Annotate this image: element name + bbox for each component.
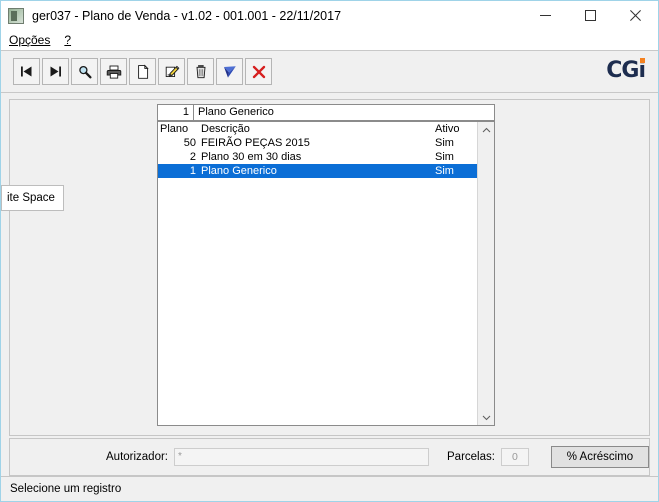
first-record-icon	[19, 64, 34, 79]
print-icon	[106, 64, 122, 80]
grid-body[interactable]: Plano Descrição Ativo 50 FEIRÃO PEÇAS 20…	[158, 122, 477, 425]
search-icon	[77, 64, 93, 80]
search-button[interactable]	[71, 58, 98, 85]
window-controls	[523, 1, 658, 30]
status-message: Selecione um registro	[10, 483, 122, 495]
cancel-button[interactable]	[245, 58, 272, 85]
menu-item-opcoes[interactable]: Opções	[9, 33, 50, 47]
trash-icon	[193, 64, 209, 80]
new-document-icon	[135, 64, 151, 80]
toolbar: CGi	[1, 50, 658, 93]
close-icon	[630, 10, 641, 21]
bottom-form-strip: Autorizador: * Parcelas: 0 % Acréscimo	[9, 438, 650, 476]
menu-item-help[interactable]: ?	[64, 33, 71, 47]
cell-plano: 50	[183, 137, 196, 149]
whitespace-tooltip: ite Space	[1, 185, 64, 211]
delete-button[interactable]	[187, 58, 214, 85]
menu-item-opcoes-label: Opções	[9, 33, 51, 47]
table-row[interactable]: 50 FEIRÃO PEÇAS 2015 Sim	[158, 136, 477, 150]
record-description-value: Plano Generico	[198, 106, 274, 118]
maximize-button[interactable]	[568, 1, 613, 30]
chevron-up-icon	[482, 127, 491, 134]
menu-item-help-label: ?	[64, 33, 72, 47]
record-code-value: 1	[158, 105, 194, 120]
content-panel: ite Space 1 Plano Generico Plano Descriç…	[1, 99, 650, 436]
cell-descricao: FEIRÃO PEÇAS 2015	[201, 137, 310, 149]
minimize-button[interactable]	[523, 1, 568, 30]
content-area: ite Space 1 Plano Generico Plano Descriç…	[1, 93, 658, 438]
cancel-x-icon	[251, 64, 267, 80]
confirm-check-icon	[222, 64, 238, 80]
last-record-button[interactable]	[42, 58, 69, 85]
last-record-icon	[48, 64, 63, 79]
cell-plano: 2	[189, 151, 196, 163]
first-record-button[interactable]	[13, 58, 40, 85]
autorizador-input[interactable]: *	[174, 448, 430, 466]
grid-vertical-scrollbar[interactable]	[477, 122, 494, 425]
edit-button[interactable]	[158, 58, 185, 85]
table-row[interactable]: 2 Plano 30 em 30 dias Sim	[158, 150, 477, 164]
parcelas-label: Parcelas:	[447, 451, 495, 463]
record-header-field[interactable]: 1 Plano Generico	[157, 104, 495, 121]
column-header-descricao: Descrição	[201, 123, 250, 135]
grid-header-row: Plano Descrição Ativo	[158, 122, 477, 136]
brand-logo-text: CGi	[606, 58, 646, 83]
menu-bar: Opções ?	[1, 30, 658, 50]
new-document-button[interactable]	[129, 58, 156, 85]
minimize-icon	[540, 10, 551, 21]
cell-plano: 1	[189, 165, 196, 177]
table-row-selected[interactable]: 1 Plano Generico Sim	[158, 164, 477, 178]
column-header-plano: Plano	[160, 123, 189, 135]
status-bar: Selecione um registro	[1, 476, 658, 501]
title-bar: ger037 - Plano de Venda - v1.02 - 001.00…	[1, 1, 658, 30]
edit-pencil-icon	[164, 64, 180, 80]
cell-descricao: Plano Generico	[201, 165, 277, 177]
brand-logo: CGi	[595, 58, 646, 83]
cell-descricao: Plano 30 em 30 dias	[201, 151, 302, 163]
scroll-up-button[interactable]	[478, 122, 494, 138]
column-header-ativo: Ativo	[435, 123, 460, 135]
confirm-button[interactable]	[216, 58, 243, 85]
window-title: ger037 - Plano de Venda - v1.02 - 001.00…	[32, 8, 342, 23]
print-button[interactable]	[100, 58, 127, 85]
maximize-icon	[585, 10, 596, 21]
app-icon	[8, 7, 24, 24]
autorizador-label: Autorizador:	[106, 451, 169, 463]
brand-accent-dot	[640, 58, 645, 63]
cell-ativo: Sim	[435, 151, 454, 163]
plans-grid[interactable]: Plano Descrição Ativo 50 FEIRÃO PEÇAS 20…	[157, 121, 495, 426]
cell-ativo: Sim	[435, 137, 454, 149]
acrescimo-button[interactable]: % Acréscimo	[550, 446, 649, 468]
parcelas-input[interactable]: 0	[500, 448, 529, 466]
application-window: ger037 - Plano de Venda - v1.02 - 001.00…	[0, 0, 659, 502]
close-button[interactable]	[613, 1, 658, 30]
chevron-down-icon	[482, 414, 491, 421]
cell-ativo: Sim	[435, 165, 454, 177]
scroll-down-button[interactable]	[478, 409, 494, 425]
